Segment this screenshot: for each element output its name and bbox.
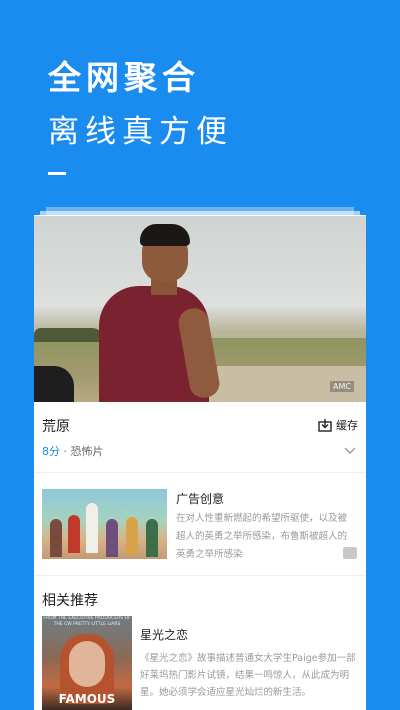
hero-headline: 全网聚合 bbox=[48, 58, 200, 97]
actor-hair bbox=[140, 224, 190, 246]
video-player[interactable]: AMC bbox=[34, 216, 366, 402]
card-stack-edge bbox=[34, 195, 366, 217]
promo-hero: 全网聚合 离线真方便 bbox=[48, 58, 233, 152]
channel-watermark: AMC bbox=[330, 381, 354, 392]
list-item[interactable]: FROM THE EXECUTIVE PRODUCERS OF THE CW P… bbox=[34, 616, 366, 710]
ad-thumbnail bbox=[42, 489, 167, 559]
movie-info: 荒原 缓存 8分 · 恐怖片 bbox=[34, 402, 366, 473]
ad-item[interactable]: 广告创意 在对人性重新燃起的希望所驱使，以及被超人的英勇之举所感染，布鲁斯被超人… bbox=[34, 473, 366, 576]
phone-card: AMC 荒原 缓存 8分 · 恐怖片 广告创意 在对人性重新燃起的希望所驱使，以… bbox=[34, 216, 366, 710]
poster-title: FAMOUS bbox=[58, 692, 116, 706]
movie-genre: 恐怖片 bbox=[70, 445, 104, 458]
download-icon bbox=[318, 419, 332, 432]
download-label: 缓存 bbox=[336, 419, 358, 432]
movie-poster: FROM THE EXECUTIVE PRODUCERS OF THE CW P… bbox=[42, 616, 132, 710]
recommend-description: 《星光之恋》故事描述普通女大学生Paige参加一部好莱坞热门影片试镜，结果一鸣惊… bbox=[140, 653, 356, 698]
ad-description: 在对人性重新燃起的希望所驱使，以及被超人的英勇之举所感染，布鲁斯被超人的英勇之举… bbox=[176, 513, 348, 560]
movie-score: 8分 bbox=[42, 445, 60, 458]
poster-tagline: FROM THE EXECUTIVE PRODUCERS OF THE CW P… bbox=[43, 616, 131, 627]
movie-title: 荒原 bbox=[42, 419, 70, 435]
meta-separator: · bbox=[60, 445, 71, 458]
ad-badge-icon bbox=[343, 547, 357, 559]
download-button[interactable]: 缓存 bbox=[318, 416, 358, 434]
poster-face bbox=[69, 641, 105, 687]
trees-bg bbox=[34, 328, 104, 342]
ad-title: 广告创意 bbox=[176, 492, 225, 506]
section-title-related: 相关推荐 bbox=[42, 593, 98, 609]
recommend-title: 星光之恋 bbox=[140, 628, 189, 642]
hero-subheadline: 离线真方便 bbox=[48, 114, 233, 150]
motorbike-shape bbox=[34, 366, 74, 402]
hero-divider bbox=[48, 172, 66, 175]
chevron-down-icon[interactable] bbox=[344, 447, 356, 455]
movie-meta: 8分 · 恐怖片 bbox=[42, 443, 104, 459]
